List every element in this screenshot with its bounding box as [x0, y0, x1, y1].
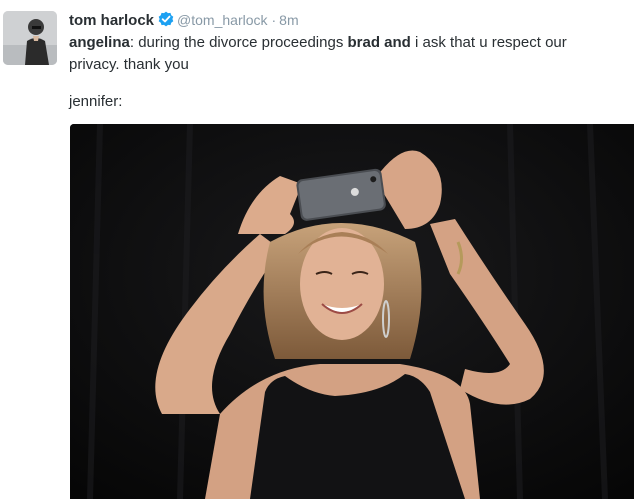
tweet-text-line1: angelina: during the divorce proceedings… — [69, 32, 624, 54]
meta-separator: · — [271, 12, 277, 28]
tweet-timestamp[interactable]: 8m — [279, 12, 298, 28]
author-name[interactable]: tom harlock — [69, 12, 154, 29]
photo-woman-taking-selfie-icon — [70, 124, 634, 499]
tweet-text-speaker: angelina — [69, 34, 130, 51]
author-avatar[interactable] — [3, 11, 57, 65]
tweet-text-line2: privacy. thank you — [69, 56, 189, 73]
tweet-media-photo[interactable] — [70, 124, 634, 499]
tweet-text-segment: : during the divorce proceedings — [129, 34, 348, 51]
avatar-photo-icon — [3, 11, 57, 65]
author-handle[interactable]: @tom_harlock — [177, 12, 267, 28]
tweet-header: tom harlock @tom_harlock · 8m — [69, 10, 299, 30]
tweet: tom harlock @tom_harlock · 8m angelina: dur… — [0, 0, 634, 499]
tweet-text-bold-phrase: brad and — [347, 34, 411, 51]
tweet-text-segment: i ask that u respect our — [410, 34, 567, 51]
verified-badge-icon — [158, 11, 174, 27]
tweet-text-line3: jennifer: — [69, 93, 123, 110]
